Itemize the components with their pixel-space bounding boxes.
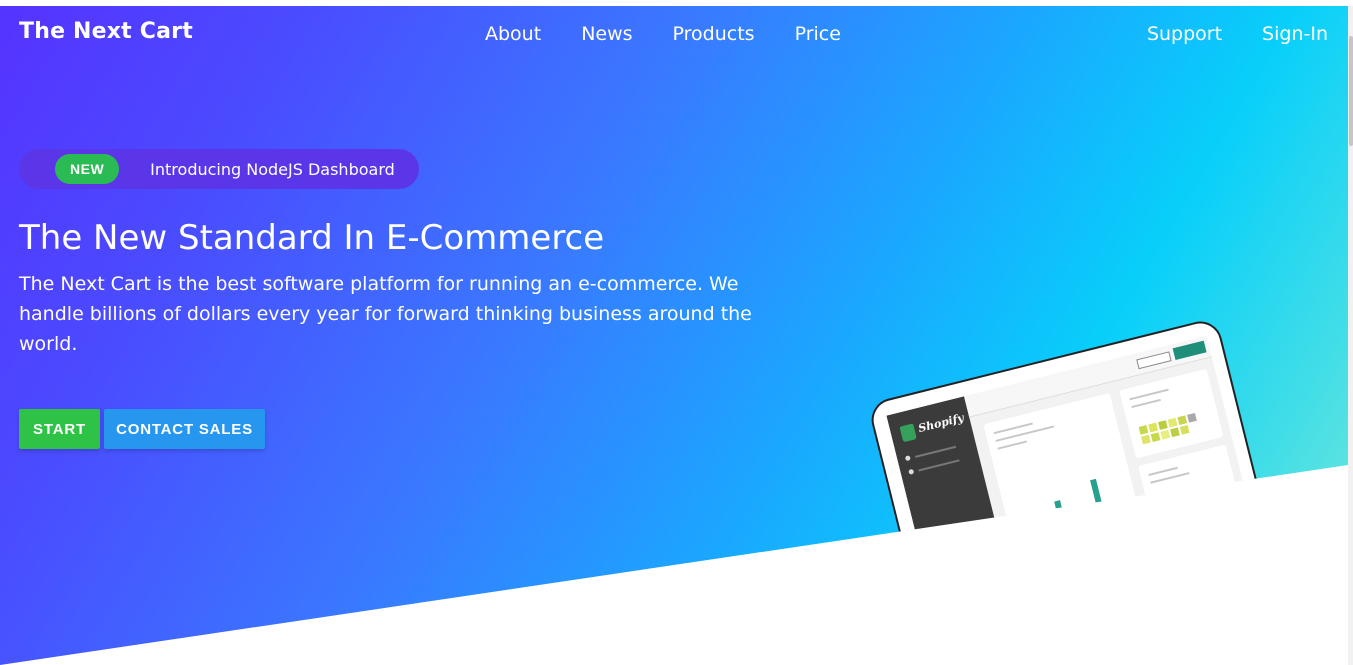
scrollbar-thumb[interactable] [1349,36,1353,146]
vertical-scrollbar[interactable] [1348,6,1353,665]
hero-section: The Next Cart About News Products Price … [0,6,1348,665]
diagonal-divider [0,465,1348,665]
